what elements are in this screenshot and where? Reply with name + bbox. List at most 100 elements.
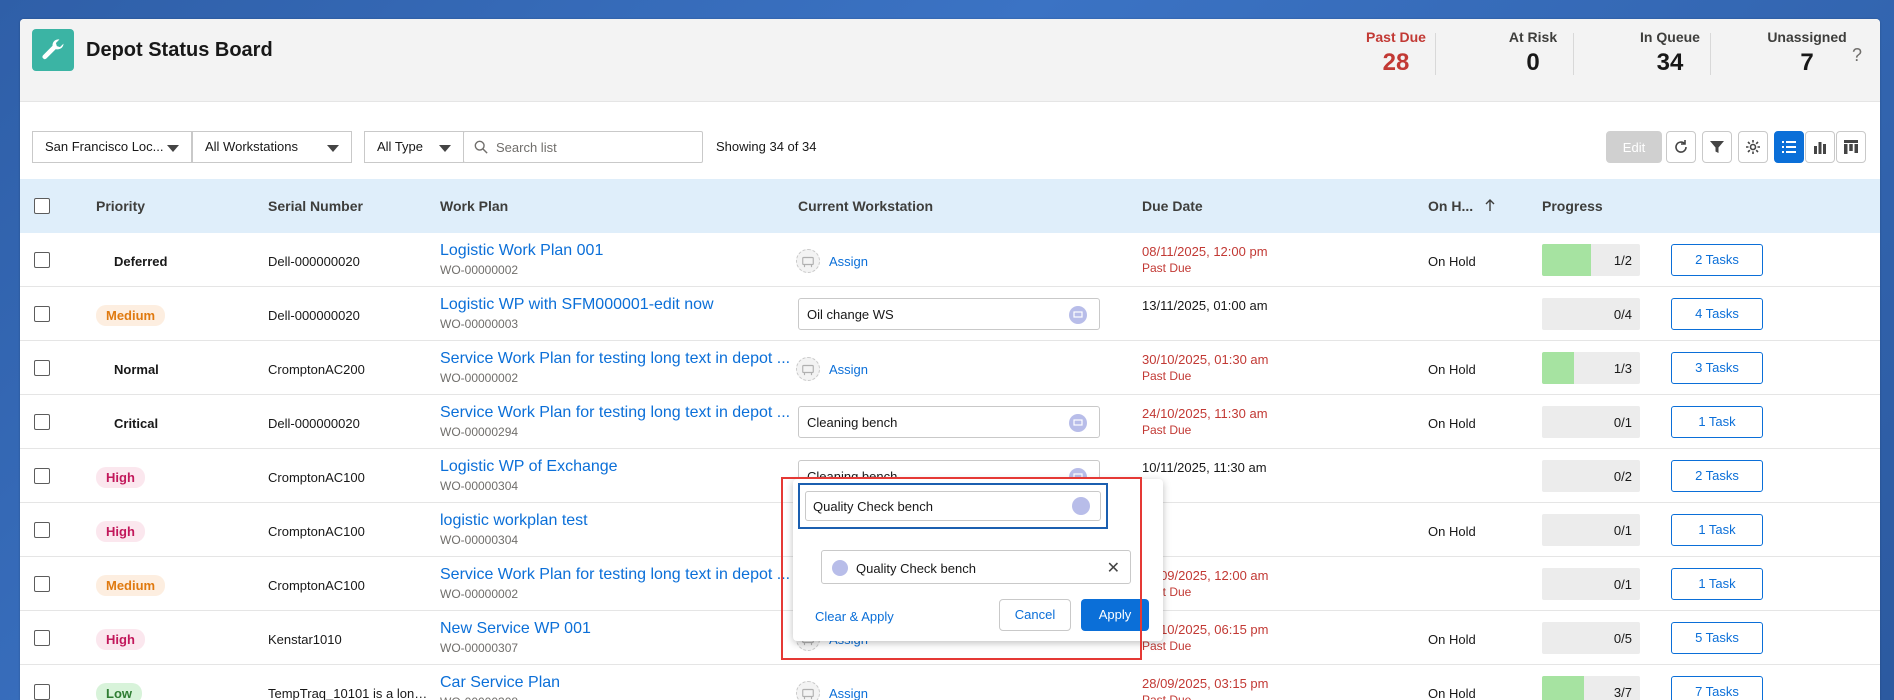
list-view-button[interactable] (1774, 131, 1804, 163)
tasks-button[interactable]: 2 Tasks (1671, 460, 1763, 492)
chart-view-button[interactable] (1805, 131, 1835, 163)
priority-badge: Normal (114, 362, 159, 377)
due-date: 30/10/2025, 01:30 am Past Due (1142, 352, 1269, 383)
workstation-value: Oil change WS (807, 307, 894, 322)
row-checkbox[interactable] (34, 306, 50, 322)
progress-text: 3/7 (1613, 685, 1632, 700)
clear-apply-link[interactable]: Clear & Apply (815, 609, 894, 624)
stat-in-queue[interactable]: In Queue 34 (1605, 29, 1735, 77)
progress-fill (1542, 352, 1575, 384)
focused-workstation-field[interactable]: Quality Check bench (798, 483, 1108, 529)
bar-chart-icon (1814, 142, 1826, 154)
assign-label: Assign (829, 361, 869, 377)
tasks-button[interactable]: 7 Tasks (1671, 676, 1763, 700)
tasks-button[interactable]: 3 Tasks (1671, 352, 1763, 384)
serial-number: CromptonAC200 (268, 362, 365, 377)
work-plan-link[interactable]: Logistic WP of Exchange (440, 458, 618, 476)
settings-button[interactable] (1738, 131, 1768, 163)
stat-at-risk[interactable]: At Risk 0 (1468, 29, 1598, 77)
work-order-number: WO-00000304 (440, 479, 519, 493)
location-select[interactable]: San Francisco Loc... (32, 131, 192, 163)
serial-number: Dell-000000020 (268, 254, 360, 269)
assign-link[interactable]: Assign (796, 681, 868, 700)
tasks-button[interactable]: 2 Tasks (1671, 244, 1763, 276)
selected-workstation: Quality Check bench (856, 561, 976, 576)
workstation-icon (1069, 414, 1087, 432)
row-checkbox[interactable] (34, 684, 50, 700)
work-plan-link[interactable]: Service Work Plan for testing long text … (440, 350, 790, 368)
progress-bar: 0/5 (1542, 622, 1640, 654)
board-view-button[interactable] (1836, 131, 1866, 163)
selected-workstation-pill[interactable]: Quality Check bench ✕ (821, 550, 1131, 584)
tasks-button[interactable]: 1 Task (1671, 568, 1763, 600)
workstation-icon (1072, 497, 1090, 515)
col-work-plan[interactable]: Work Plan (440, 198, 508, 214)
work-plan-link[interactable]: Logistic Work Plan 001 (440, 242, 603, 260)
assign-label: Assign (829, 685, 869, 700)
workstation-input[interactable]: Quality Check bench (805, 491, 1101, 521)
serial-number: Kenstar1010 (268, 632, 342, 647)
table-row[interactable]: Deferred Dell-000000020 Logistic Work Plan… (20, 233, 1880, 287)
tasks-button[interactable]: 4 Tasks (1671, 298, 1763, 330)
tasks-button[interactable]: 1 Task (1671, 406, 1763, 438)
assign-link[interactable]: Assign (796, 357, 868, 381)
work-plan-link[interactable]: Service Work Plan for testing long text … (440, 404, 790, 422)
col-on-hold[interactable]: On H... (1428, 198, 1495, 214)
work-order-number: WO-00000003 (440, 317, 519, 331)
work-plan-link[interactable]: logistic workplan test (440, 512, 588, 530)
row-checkbox[interactable] (34, 522, 50, 538)
serial-number: Dell-000000020 (268, 416, 360, 431)
priority-badge: Deferred (114, 254, 168, 269)
select-all-checkbox[interactable] (34, 198, 50, 214)
workstation-field[interactable]: Cleaning bench (798, 406, 1100, 438)
row-checkbox[interactable] (34, 414, 50, 430)
close-icon[interactable]: ✕ (1107, 558, 1120, 578)
table-row[interactable]: Medium Dell-000000020 Logistic WP with SFM… (20, 287, 1880, 341)
row-checkbox[interactable] (34, 252, 50, 268)
col-serial-number[interactable]: Serial Number (268, 198, 363, 214)
assign-label: Assign (829, 253, 869, 269)
work-order-number: WO-00000002 (440, 587, 519, 601)
showing-count: Showing 34 of 34 (716, 139, 817, 154)
on-hold-status: On Hold (1428, 524, 1476, 539)
type-select[interactable]: All Type (364, 131, 464, 163)
col-due-date[interactable]: Due Date (1142, 198, 1203, 214)
row-checkbox[interactable] (34, 360, 50, 376)
col-current-workstation[interactable]: Current Workstation (798, 198, 933, 214)
table-row[interactable]: Normal CromptonAC200 Service Work Plan for… (20, 341, 1880, 395)
search-input[interactable]: Search list (463, 131, 703, 163)
tasks-button[interactable]: 5 Tasks (1671, 622, 1763, 654)
workstations-select[interactable]: All Workstations (192, 131, 352, 163)
row-checkbox[interactable] (34, 630, 50, 646)
progress-bar: 0/4 (1542, 298, 1640, 330)
work-plan-link[interactable]: Service Work Plan for testing long text … (440, 566, 790, 584)
refresh-button[interactable] (1666, 131, 1696, 163)
row-checkbox[interactable] (34, 468, 50, 484)
edit-button[interactable]: Edit (1606, 131, 1662, 163)
due-date-value: 13/11/2025, 01:00 am (1142, 298, 1268, 313)
filter-button[interactable] (1702, 131, 1732, 163)
priority-badge: Critical (114, 416, 159, 431)
row-checkbox[interactable] (34, 576, 50, 592)
due-status: Past Due (1142, 369, 1192, 383)
workstation-field[interactable]: Oil change WS (798, 298, 1100, 330)
workstation-value: Cleaning bench (807, 415, 898, 430)
progress-fill (1542, 244, 1591, 276)
col-progress[interactable]: Progress (1542, 198, 1603, 214)
assign-link[interactable]: Assign (796, 249, 868, 273)
stat-past-due[interactable]: Past Due 28 (1331, 29, 1461, 77)
table-row[interactable]: Low TempTraq_10101 is a long ... Car Servi… (20, 665, 1880, 700)
cancel-button[interactable]: Cancel (999, 599, 1071, 631)
tasks-button[interactable]: 1 Task (1671, 514, 1763, 546)
work-plan-link[interactable]: Car Service Plan (440, 674, 560, 692)
table-row[interactable]: Critical Dell-000000020 Service Work Plan … (20, 395, 1880, 449)
apply-button[interactable]: Apply (1081, 599, 1149, 631)
on-hold-status: On Hold (1428, 254, 1476, 269)
work-order-number: WO-00000002 (440, 263, 519, 277)
progress-text: 0/2 (1613, 469, 1632, 484)
col-priority[interactable]: Priority (96, 198, 145, 214)
work-plan-link[interactable]: Logistic WP with SFM000001-edit now (440, 296, 714, 314)
work-plan-link[interactable]: New Service WP 001 (440, 620, 591, 638)
serial-number: CromptonAC100 (268, 524, 365, 539)
help-icon[interactable]: ? (1852, 45, 1862, 66)
